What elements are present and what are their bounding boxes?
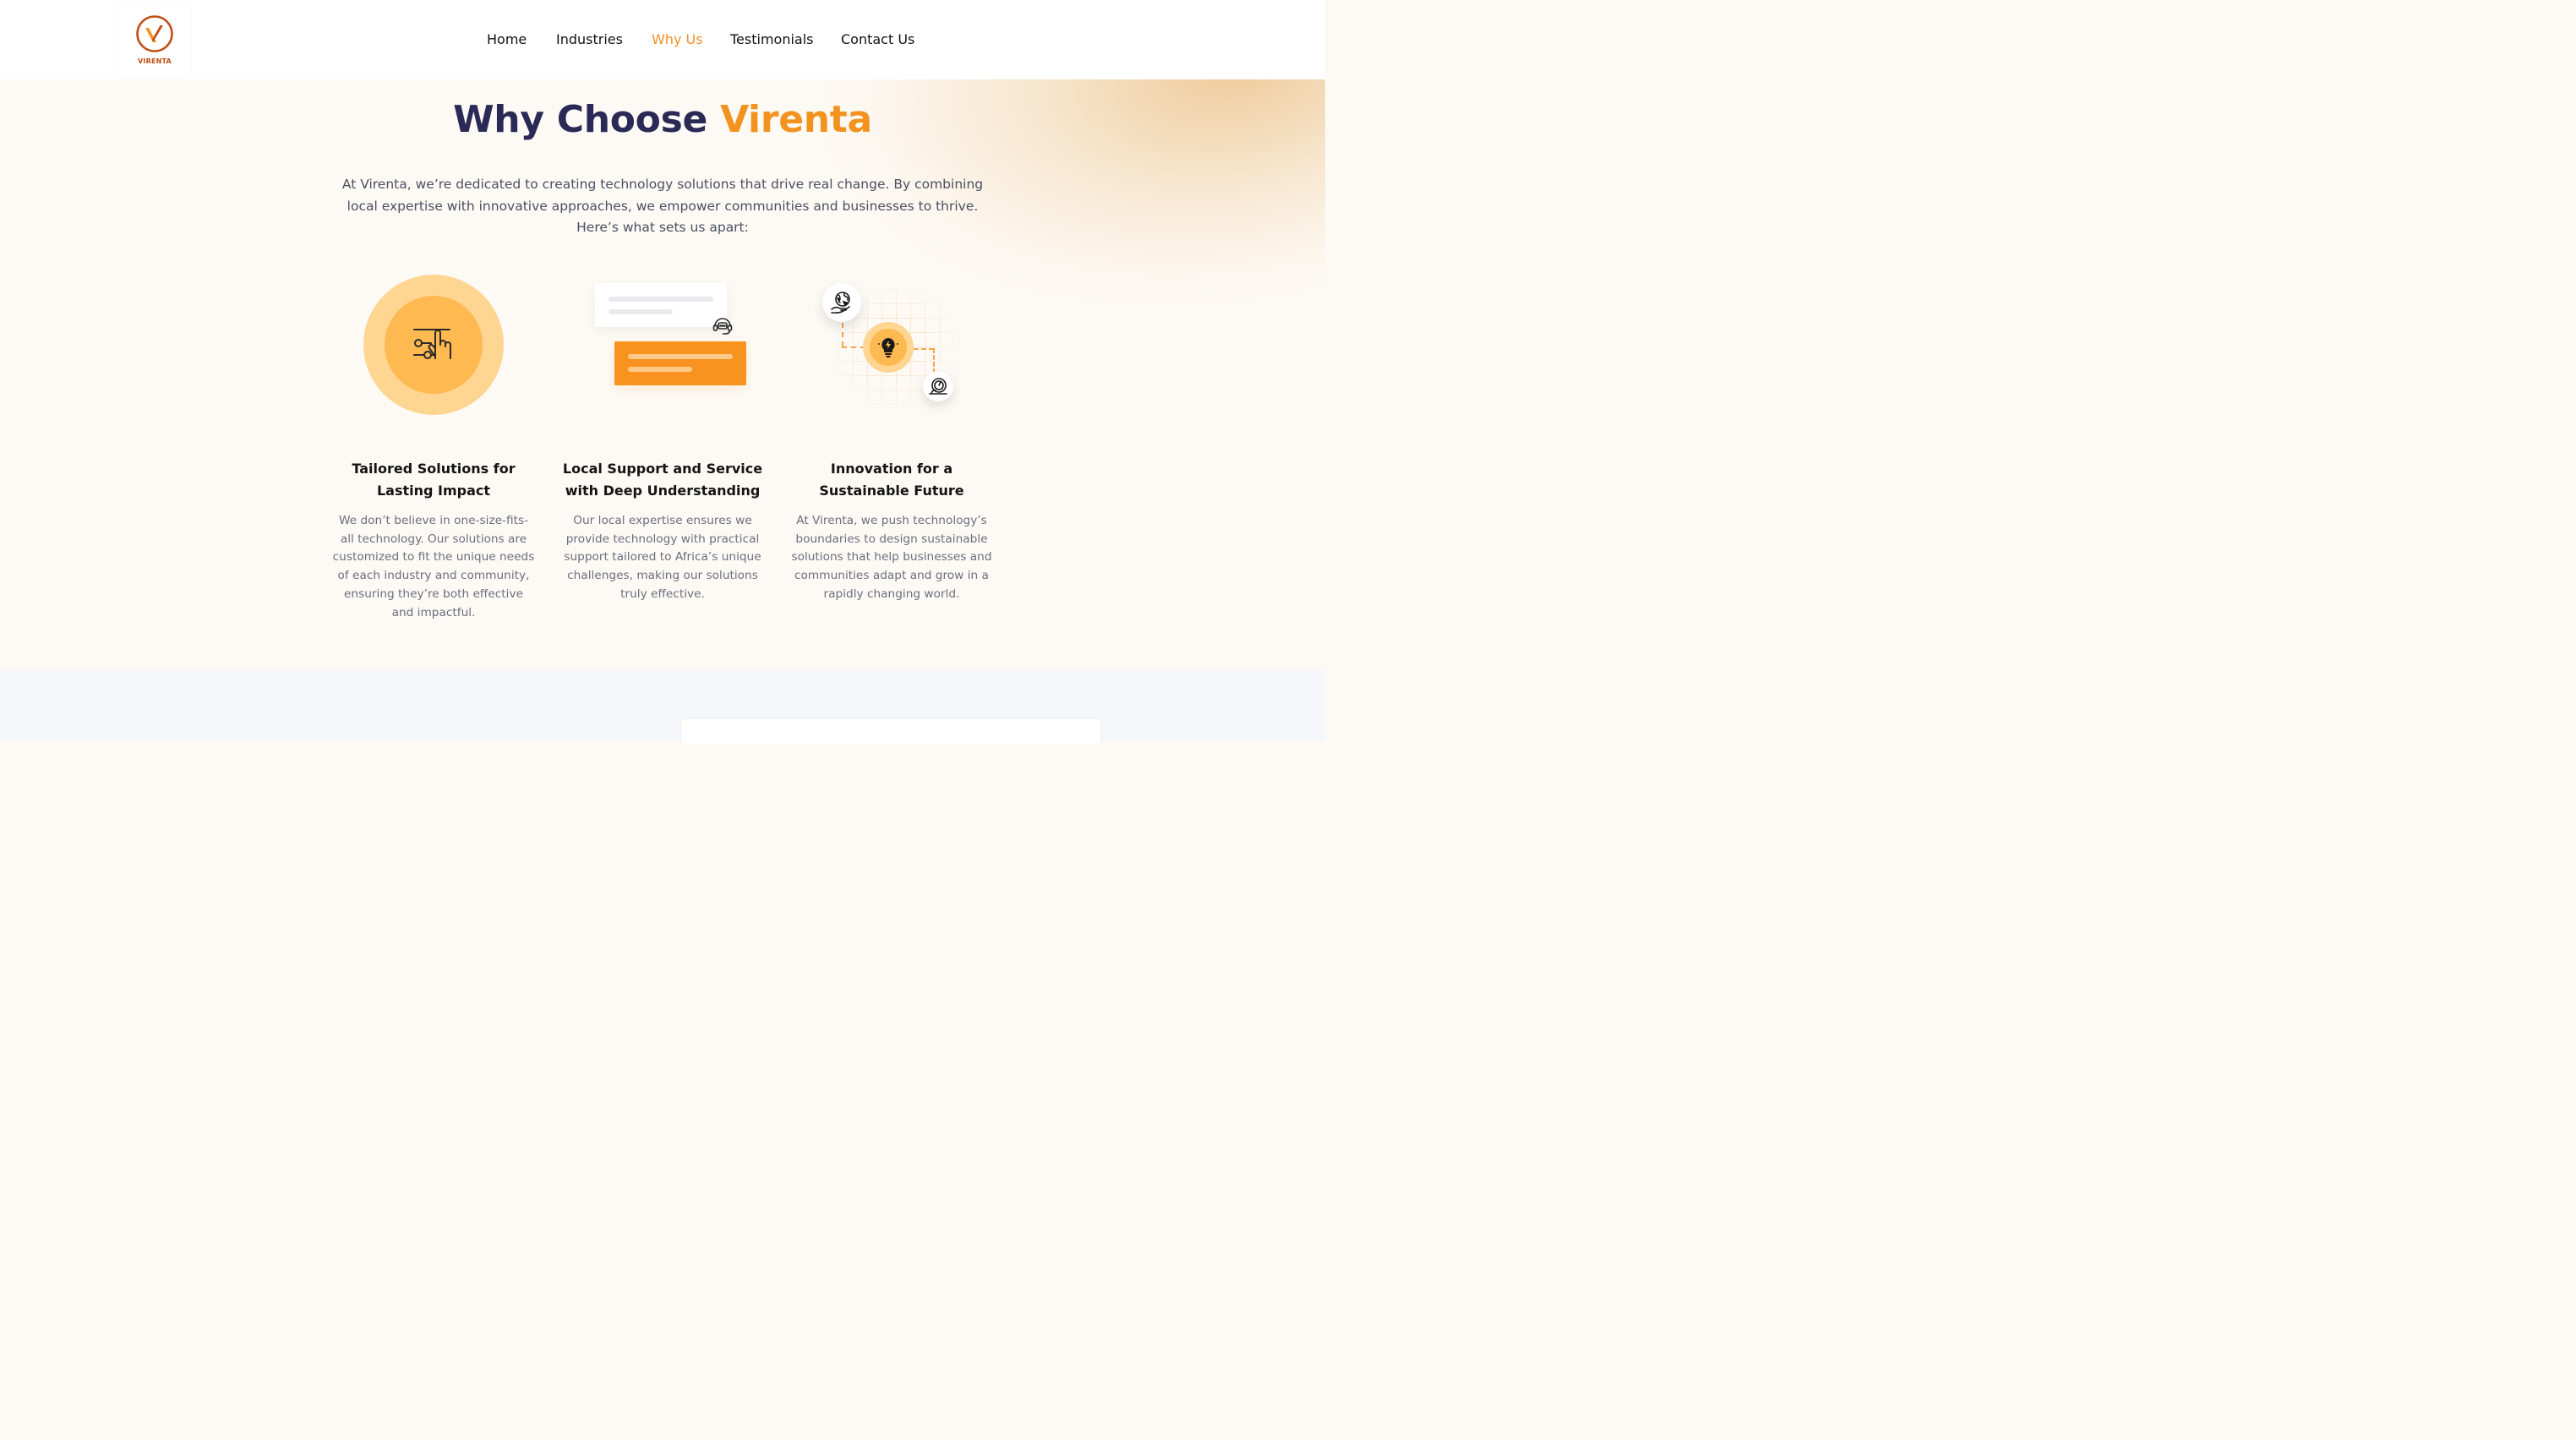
text-placeholder-bar bbox=[609, 297, 713, 302]
feature-title: Tailored Solutions for Lasting Impact bbox=[352, 461, 516, 499]
feature-illustration bbox=[332, 270, 535, 439]
site-header: VIRENTA Home Industries Why Us Testimoni… bbox=[0, 0, 1325, 79]
logo-text: VIRENTA bbox=[138, 57, 172, 65]
nav-contact-us[interactable]: Contact Us bbox=[841, 31, 914, 47]
node-globe bbox=[822, 283, 861, 322]
node-lightbulb-inner bbox=[870, 329, 907, 366]
text-placeholder-bar bbox=[609, 309, 673, 314]
feature-illustration bbox=[561, 270, 764, 439]
section-title: Why Choose Virenta bbox=[0, 98, 1325, 141]
ring-inner bbox=[385, 296, 483, 394]
growth-gauge-icon bbox=[929, 378, 947, 395]
headset-support-icon bbox=[712, 318, 733, 335]
nav-why-us[interactable]: Why Us bbox=[652, 31, 703, 47]
reply-card bbox=[614, 341, 746, 385]
feature-description: At Virenta, we push technology’s boundar… bbox=[791, 514, 992, 601]
feature-card-innovation: Innovation for a Sustainable Future At V… bbox=[790, 270, 993, 601]
lightbulb-innovation-icon bbox=[878, 338, 898, 357]
next-section-card bbox=[681, 719, 1100, 745]
nav-industries[interactable]: Industries bbox=[556, 31, 623, 47]
message-card bbox=[595, 283, 727, 327]
feature-description: We don’t believe in one-size-fits-all te… bbox=[332, 514, 535, 619]
touch-sliders-icon bbox=[413, 329, 451, 359]
feature-illustration bbox=[790, 270, 993, 439]
nav-testimonials[interactable]: Testimonials bbox=[730, 31, 814, 47]
nav-home[interactable]: Home bbox=[487, 31, 527, 47]
feature-card-local-support: Local Support and Service with Deep Unde… bbox=[561, 270, 764, 601]
text-placeholder-bar bbox=[628, 354, 733, 359]
next-section bbox=[0, 670, 1325, 745]
title-main: Why Choose bbox=[453, 98, 721, 141]
connector-line bbox=[842, 346, 865, 348]
connector-line bbox=[842, 323, 843, 346]
node-lightbulb bbox=[863, 322, 914, 373]
feature-card-tailored: Tailored Solutions for Lasting Impact We… bbox=[332, 270, 535, 619]
globe-hand-icon bbox=[831, 292, 850, 314]
main-nav: Home Industries Why Us Testimonials Cont… bbox=[0, 31, 1325, 50]
connector-line bbox=[933, 348, 935, 374]
connector-line bbox=[914, 348, 934, 350]
title-accent: Virenta bbox=[720, 98, 872, 141]
node-growth bbox=[923, 371, 953, 401]
feature-title: Local Support and Service with Deep Unde… bbox=[562, 461, 763, 499]
section-intro: At Virenta, we’re dedicated to creating … bbox=[341, 177, 984, 235]
feature-title: Innovation for a Sustainable Future bbox=[819, 461, 964, 499]
text-placeholder-bar bbox=[628, 367, 692, 372]
why-us-section: Why Choose Virenta At Virenta, we’re ded… bbox=[0, 79, 1325, 670]
feature-description: Our local expertise ensures we provide t… bbox=[564, 514, 761, 601]
